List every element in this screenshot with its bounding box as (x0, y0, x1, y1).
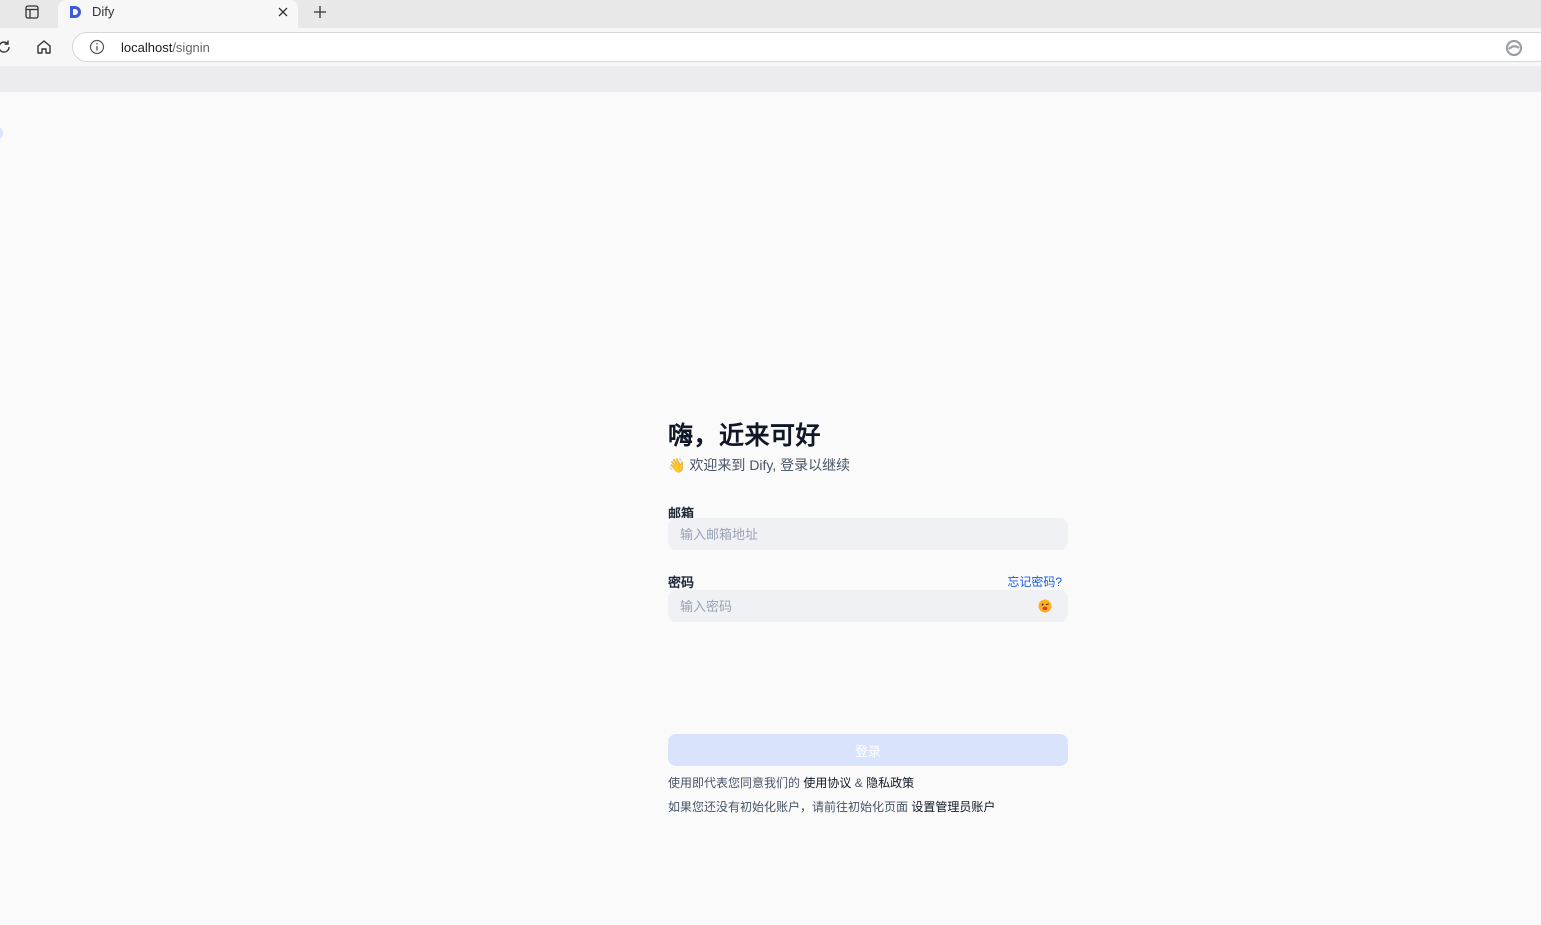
signin-button[interactable]: 登录 (668, 734, 1068, 766)
browser-tab-bar: Dify (0, 0, 1541, 28)
refresh-button[interactable] (0, 37, 14, 57)
info-icon[interactable] (89, 39, 105, 55)
url-text: localhost/signin (121, 40, 210, 55)
favorites-bar (0, 66, 1541, 92)
subtitle-text: 欢迎来到 Dify, 登录以继续 (689, 457, 851, 473)
forgot-password-link[interactable]: 忘记密码? (1007, 573, 1062, 590)
wave-emoji: 👋 (668, 457, 686, 473)
password-toggle-button[interactable] (1038, 599, 1052, 613)
tab-actions-icon (25, 5, 39, 19)
page-title: 嗨，近来可好 (668, 422, 822, 450)
refresh-icon (0, 40, 10, 53)
home-icon (37, 40, 51, 54)
privacy-link[interactable]: 隐私政策 (866, 776, 914, 790)
home-button[interactable] (32, 36, 56, 58)
password-label: 密码 (668, 575, 695, 590)
setup-notice: 如果您还没有初始化账户，请前往初始化页面 设置管理员账户 (668, 798, 995, 815)
dify-logo-icon (70, 6, 81, 18)
edge-icon[interactable] (1505, 39, 1523, 57)
email-field[interactable] (668, 518, 1068, 550)
close-icon (278, 7, 288, 17)
address-bar[interactable]: localhost/signin (72, 32, 1541, 62)
eye-icon (1038, 599, 1052, 613)
url-path: /signin (172, 40, 210, 55)
terms-and: & (854, 776, 863, 790)
edge-decoration (0, 126, 3, 140)
password-field[interactable] (668, 590, 1068, 622)
page-content: 嗨，近来可好 👋欢迎来到 Dify, 登录以继续 邮箱 密码 忘记密码? 登录 … (0, 92, 1541, 925)
url-host: localhost (121, 40, 173, 55)
setup-admin-link[interactable]: 设置管理员账户 (911, 800, 995, 814)
browser-tab[interactable]: Dify (58, 0, 298, 28)
browser-toolbar: localhost/signin (0, 28, 1541, 66)
plus-icon (314, 6, 326, 18)
terms-link[interactable]: 使用协议 (803, 776, 851, 790)
tab-actions-button[interactable] (16, 0, 48, 24)
setup-prefix: 如果您还没有初始化账户，请前往初始化页面 (668, 800, 909, 814)
tab-title: Dify (92, 4, 115, 19)
tab-close-button[interactable] (274, 3, 292, 21)
terms-prefix: 使用即代表您同意我们的 (668, 776, 801, 790)
page-subtitle: 👋 欢迎来到 Dify, 登录以继续 (668, 455, 850, 475)
terms-notice: 使用即代表您同意我们的 使用协议 & 隐私政策 (668, 774, 914, 791)
new-tab-button[interactable] (308, 1, 332, 23)
